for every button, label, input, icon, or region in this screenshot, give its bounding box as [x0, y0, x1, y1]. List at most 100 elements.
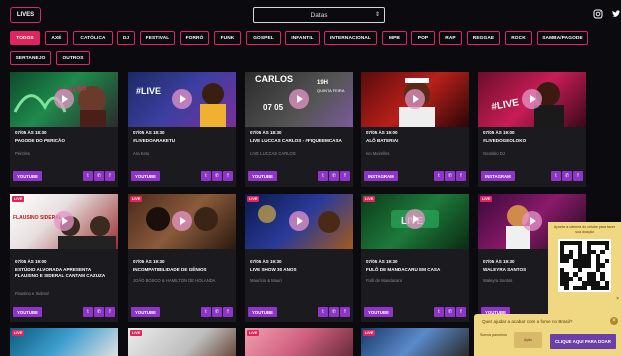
- filter-outros[interactable]: OUTROS: [56, 51, 90, 65]
- instagram-icon[interactable]: [593, 9, 603, 22]
- filter-todos[interactable]: TODOS: [10, 31, 40, 45]
- live-badge: LIVE: [12, 196, 25, 202]
- platform-button[interactable]: YOUTUBE: [13, 307, 43, 317]
- platform-button[interactable]: YOUTUBE: [131, 171, 161, 181]
- lives-button[interactable]: LIVES: [10, 7, 41, 23]
- partner-logo: Ação: [514, 332, 542, 348]
- play-icon[interactable]: [54, 89, 74, 109]
- play-icon[interactable]: [289, 89, 309, 109]
- platform-button[interactable]: YOUTUBE: [248, 171, 278, 181]
- platform-button[interactable]: YOUTUBE: [13, 171, 43, 181]
- facebook-share-icon[interactable]: f: [105, 307, 115, 317]
- whatsapp-share-icon[interactable]: ✆: [94, 307, 104, 317]
- play-icon[interactable]: [172, 211, 192, 231]
- live-badge: LIVE: [363, 196, 376, 202]
- card-title: #LIVEDOARAKETU: [133, 138, 176, 143]
- twitter-share-icon[interactable]: t: [201, 171, 211, 181]
- twitter-share-icon[interactable]: t: [83, 171, 93, 181]
- whatsapp-share-icon[interactable]: ✆: [445, 307, 455, 317]
- filter-samba-pagode[interactable]: SAMBA/PAGODE: [537, 31, 588, 45]
- filter-mpb[interactable]: MPB: [382, 31, 407, 45]
- whatsapp-share-icon[interactable]: ✆: [212, 307, 222, 317]
- live-card[interactable]: 07/05 ÀS 19:00 ALÔ BATERIA! Ivo Meirelle…: [361, 72, 469, 187]
- live-card[interactable]: CARLOS 07 05 19H QUINTA FEIRA 07/05 ÀS 1…: [245, 72, 353, 187]
- filter-infantil[interactable]: INFANTIL: [285, 31, 320, 45]
- card-title: ALÔ BATERIA!: [366, 138, 399, 143]
- filter-gospel[interactable]: GOSPEL: [246, 31, 281, 45]
- card-time: 07/05 ÀS 19:00: [366, 130, 398, 135]
- live-card[interactable]: FLAUSINO SIDERAL LIVE 07/05 ÀS 19:00 EST…: [10, 194, 118, 322]
- facebook-share-icon[interactable]: f: [105, 171, 115, 181]
- filter-forro[interactable]: FORRÓ: [180, 31, 209, 45]
- facebook-share-icon[interactable]: f: [456, 171, 466, 181]
- twitter-share-icon[interactable]: t: [318, 307, 328, 317]
- play-icon[interactable]: [405, 209, 425, 229]
- filter-rock[interactable]: ROCK: [505, 31, 532, 45]
- play-icon[interactable]: [522, 211, 542, 231]
- platform-button[interactable]: YOUTUBE: [131, 307, 161, 317]
- facebook-share-icon[interactable]: f: [456, 307, 466, 317]
- twitter-share-icon[interactable]: t: [318, 171, 328, 181]
- facebook-share-icon[interactable]: f: [223, 171, 233, 181]
- filter-funk[interactable]: FUNK: [214, 31, 241, 45]
- live-badge: LIVE: [480, 196, 493, 202]
- whatsapp-share-icon[interactable]: ✆: [94, 171, 104, 181]
- facebook-share-icon[interactable]: f: [223, 307, 233, 317]
- filter-internacional[interactable]: INTERNACIONAL: [324, 31, 377, 45]
- platform-button[interactable]: YOUTUBE: [364, 307, 394, 317]
- chevron-updown-icon: ⇕: [374, 12, 380, 18]
- date-select-value: Datas: [310, 11, 328, 19]
- platform-button[interactable]: INSTAGRAM: [481, 171, 515, 181]
- card-time: 07/05 ÀS 19:30: [250, 259, 282, 264]
- play-icon[interactable]: [54, 211, 74, 231]
- close-icon[interactable]: ×: [616, 296, 619, 302]
- filter-catolica[interactable]: CATÓLICA: [73, 31, 113, 45]
- date-select[interactable]: Datas ⇕: [253, 7, 385, 23]
- card-artist: Ara Ketu: [133, 151, 150, 156]
- card-time: 07/05 ÀS 18:30: [15, 130, 47, 135]
- twitter-share-icon[interactable]: t: [83, 307, 93, 317]
- play-icon[interactable]: [522, 89, 542, 109]
- whatsapp-share-icon[interactable]: ✆: [329, 307, 339, 317]
- whatsapp-share-icon[interactable]: ✆: [212, 171, 222, 181]
- filter-dj[interactable]: DJ: [117, 31, 135, 45]
- live-card[interactable]: LIVE 07/05 ÀS 19:30 LIVE SHOW 30 ANOS Ma…: [245, 194, 353, 322]
- facebook-share-icon[interactable]: f: [340, 307, 350, 317]
- filter-sertanejo[interactable]: SERTANEJO: [10, 51, 51, 65]
- whatsapp-share-icon[interactable]: ✆: [562, 171, 572, 181]
- live-card[interactable]: #LIVE 07/05 ÀS 19:00 #LIVEDOGEOLOKO Geol…: [478, 72, 586, 187]
- donate-button[interactable]: CLIQUE AQUI PARA DOAR: [550, 334, 616, 349]
- play-icon[interactable]: [289, 211, 309, 231]
- card-thumbnail: LIVE LIVE: [361, 194, 469, 249]
- twitter-share-icon[interactable]: t: [434, 171, 444, 181]
- filter-festival[interactable]: FESTIVAL: [140, 31, 175, 45]
- live-card[interactable]: Pericão 07/05 ÀS 18:30 PAGODE DO PERICÃO…: [10, 72, 118, 187]
- platform-button[interactable]: INSTAGRAM: [364, 171, 398, 181]
- live-badge: LIVE: [130, 196, 143, 202]
- twitter-icon[interactable]: [611, 9, 621, 22]
- live-card[interactable]: LIVE 07/05 ÀS 19:30 INCOMPATIBILIDADE DE…: [128, 194, 236, 322]
- facebook-share-icon[interactable]: f: [573, 171, 583, 181]
- filter-reggae[interactable]: REGGAE: [467, 31, 500, 45]
- twitter-share-icon[interactable]: t: [434, 307, 444, 317]
- filter-rap[interactable]: RAP: [439, 31, 462, 45]
- live-card[interactable]: LIVE LIVE 07/05 ÀS 19:30 FULÔ DE MANDACA…: [361, 194, 469, 322]
- filter-axe[interactable]: AXÉ: [45, 31, 68, 45]
- live-card[interactable]: LIVE: [361, 328, 469, 356]
- live-card[interactable]: LIVE: [245, 328, 353, 356]
- play-icon[interactable]: [172, 89, 192, 109]
- twitter-share-icon[interactable]: t: [201, 307, 211, 317]
- whatsapp-share-icon[interactable]: ✆: [329, 171, 339, 181]
- card-time: 07/05 ÀS 19:00: [483, 130, 515, 135]
- play-icon[interactable]: [405, 89, 425, 109]
- live-card[interactable]: LIVE: [10, 328, 118, 356]
- close-icon[interactable]: ×: [610, 317, 618, 325]
- filter-pop[interactable]: POP: [411, 31, 435, 45]
- live-card[interactable]: LIVE: [128, 328, 236, 356]
- live-card[interactable]: #LIVE 07/05 ÀS 18:30 #LIVEDOARAKETU Ara …: [128, 72, 236, 187]
- facebook-share-icon[interactable]: f: [340, 171, 350, 181]
- whatsapp-share-icon[interactable]: ✆: [445, 171, 455, 181]
- twitter-share-icon[interactable]: t: [551, 171, 561, 181]
- platform-button[interactable]: YOUTUBE: [248, 307, 278, 317]
- card-title: ESTÚDIO ALVORADA APRESENTA FLAUSINO E SI…: [15, 267, 106, 278]
